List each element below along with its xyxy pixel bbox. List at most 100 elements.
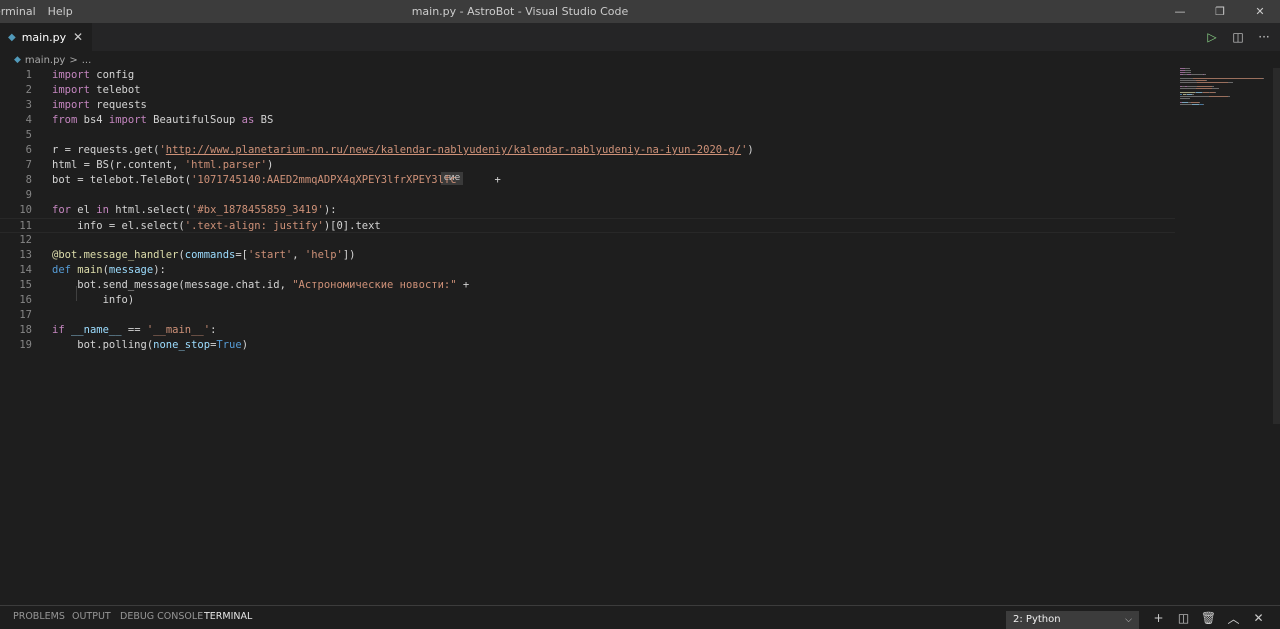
line-number: 17: [19, 309, 32, 321]
code-line[interactable]: 8 bot = telebot.TeleBot('1071745140:AAED2…: [0, 173, 1175, 188]
code-line[interactable]: 5: [0, 128, 1175, 143]
code-token: bot.send_message(message.chat.id,: [52, 279, 293, 291]
close-panel-button[interactable]: ✕: [1250, 609, 1267, 627]
code-token: from: [52, 114, 78, 126]
split-icon: ◫: [1177, 611, 1190, 625]
breadcrumb-file[interactable]: main.py: [25, 55, 65, 66]
menu-help[interactable]: Help: [42, 0, 79, 23]
tab-problems[interactable]: PROBLEMS: [13, 606, 65, 629]
minimap[interactable]: [1180, 68, 1268, 108]
code-line[interactable]: 14 def main(message):: [0, 263, 1175, 278]
minimap-token: [1198, 102, 1200, 103]
code-line[interactable]: 15 bot.send_message(message.chat.id, "Ас…: [0, 278, 1175, 293]
more-actions-button[interactable]: ···: [1256, 29, 1272, 45]
minimap-token: [1180, 80, 1196, 81]
minimize-button[interactable]: —: [1160, 0, 1200, 23]
code-token: bot.polling(: [52, 339, 154, 351]
minimap-token: [1212, 88, 1219, 89]
line-number: 8: [25, 174, 32, 186]
code-editor[interactable]: сие 1 import config 2 import telebot 3 import…: [0, 68, 1272, 603]
minimap-token: [1180, 78, 1193, 79]
minimap-token: [1192, 94, 1194, 95]
python-file-icon: ◆: [8, 31, 16, 43]
minimap-token: [1180, 92, 1195, 93]
code-token: import: [108, 114, 147, 126]
tab-terminal[interactable]: TERMINAL: [204, 606, 252, 629]
minimap-token: [1214, 92, 1216, 93]
code-line[interactable]: 9: [0, 188, 1175, 203]
terminal-selector[interactable]: 2: Python ⌵: [1006, 611, 1139, 629]
restore-button[interactable]: ❐: [1200, 0, 1240, 23]
code-token: in: [96, 204, 109, 216]
minimap-token: [1212, 86, 1214, 87]
minimap-token: [1195, 88, 1213, 89]
code-token: bot = telebot.TeleBot(: [52, 174, 192, 186]
code-line[interactable]: 3 import requests: [0, 98, 1175, 113]
minimap-token: [1180, 98, 1190, 99]
code-token: '.text-align: justify': [184, 220, 324, 232]
code-token: el: [70, 204, 97, 216]
tab-close-icon[interactable]: ✕: [73, 30, 83, 44]
window-title: main.py - AstroBot - Visual Studio Code: [411, 5, 629, 18]
editor-tab-bar: ◆ main.py ✕ ▷ ◫ ···: [0, 23, 1280, 51]
code-line[interactable]: 16 info): [0, 293, 1175, 308]
code-line[interactable]: 17: [0, 308, 1175, 323]
breadcrumb-symbols[interactable]: ...: [82, 55, 92, 66]
editor-actions: ▷ ◫ ···: [1204, 23, 1272, 51]
code-line[interactable]: 13 @bot.message_handler(commands=['start'…: [0, 248, 1175, 263]
code-token: bs4: [77, 114, 109, 126]
maximize-panel-button[interactable]: ︿: [1225, 609, 1242, 627]
line-number: 7: [25, 159, 32, 171]
minimap-token: [1204, 74, 1207, 75]
tab-main-py[interactable]: ◆ main.py ✕: [0, 23, 92, 51]
code-token: commands: [184, 249, 236, 261]
minimap-token: [1228, 96, 1230, 97]
code-token: info = el.select(: [52, 220, 185, 232]
kill-terminal-button[interactable]: 🗑: [1200, 609, 1217, 627]
code-line[interactable]: 6 r = requests.get('http://www.planetariu…: [0, 143, 1175, 158]
menu-terminal[interactable]: erminal: [0, 0, 42, 23]
code-line[interactable]: 2 import telebot: [0, 83, 1175, 98]
line-number: 12: [19, 234, 32, 246]
code-token: import: [52, 99, 90, 111]
code-line[interactable]: 18 if __name__ == '__main__':: [0, 323, 1175, 338]
close-icon: ✕: [1255, 5, 1265, 18]
scrollbar-thumb[interactable]: [1273, 68, 1280, 424]
minimap-token: [1192, 104, 1199, 105]
line-number: 18: [19, 324, 32, 336]
python-file-icon: ◆: [14, 55, 21, 65]
code-token: if: [52, 324, 65, 336]
code-token: )[0].text: [323, 220, 381, 232]
new-terminal-button[interactable]: +: [1150, 609, 1167, 627]
code-token: :: [210, 324, 217, 336]
close-window-button[interactable]: ✕: [1240, 0, 1280, 23]
code-token: ): [241, 339, 249, 351]
tab-debug-console[interactable]: DEBUG CONSOLE: [120, 606, 203, 629]
code-line[interactable]: 11 info = el.select('.text-align: justif…: [0, 218, 1175, 233]
plus-icon: +: [1153, 611, 1164, 625]
title-bar: erminal Help main.py - AstroBot - Visual…: [0, 0, 1280, 23]
code-token: main: [77, 264, 103, 276]
split-editor-button[interactable]: ◫: [1230, 29, 1246, 45]
code-line[interactable]: 12: [0, 233, 1175, 248]
minimap-token: [1193, 78, 1262, 79]
code-token: @bot.message_handler: [52, 249, 179, 261]
code-token: ,: [292, 249, 305, 261]
code-token: '1071745140:AAED2mmqADPX4qXPEY3lfr: [191, 174, 407, 186]
code-line[interactable]: 19 bot.polling(none_stop=True): [0, 338, 1175, 353]
code-line[interactable]: 10 for el in html.select('#bx_1878455859_…: [0, 203, 1175, 218]
split-icon: ◫: [1232, 30, 1244, 44]
code-text: from bs4 import BeautifulSoup as BS: [52, 113, 273, 128]
code-token: telebot: [89, 84, 141, 96]
code-token: BS: [254, 114, 274, 126]
code-line[interactable]: 7 html = BS(r.content, 'html.parser'): [0, 158, 1175, 173]
line-number: 15: [19, 279, 32, 291]
menu-bar: erminal Help: [0, 0, 79, 23]
split-terminal-button[interactable]: ◫: [1175, 609, 1192, 627]
code-line[interactable]: 4 from bs4 import BeautifulSoup as BS: [0, 113, 1175, 128]
minimap-token: [1205, 80, 1207, 81]
tab-output[interactable]: OUTPUT: [72, 606, 111, 629]
run-python-button[interactable]: ▷: [1204, 29, 1220, 45]
editor-scrollbar[interactable]: [1272, 68, 1280, 603]
code-line[interactable]: 1 import config: [0, 68, 1175, 83]
